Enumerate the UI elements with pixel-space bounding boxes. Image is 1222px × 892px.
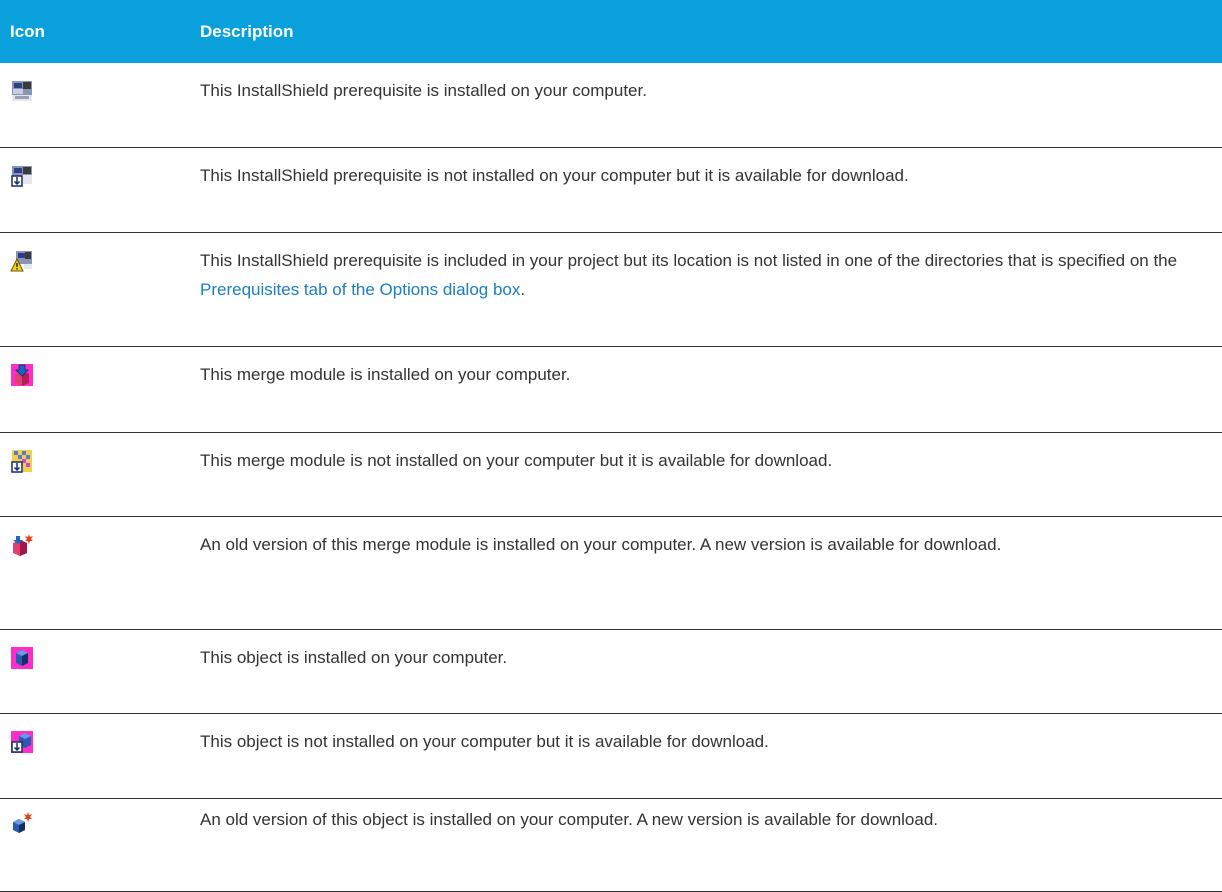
description-text-before-link: This InstallShield prerequisite is inclu… — [200, 250, 1178, 270]
icon-column-header: Icon — [10, 21, 45, 41]
table-row: An old version of this object is install… — [0, 798, 1222, 892]
installshield-prerequisite-installed-icon — [10, 79, 190, 103]
row-description: An old version of this merge module is i… — [200, 534, 1002, 554]
object-old-version-icon — [10, 811, 190, 835]
table-row: This merge module is not installed on yo… — [0, 432, 1222, 517]
table-row: This InstallShield prerequisite is insta… — [0, 63, 1222, 148]
object-installed-icon — [10, 646, 190, 670]
merge-module-installed-icon — [10, 363, 190, 387]
installshield-prerequisite-download-icon — [10, 164, 190, 188]
row-description: This object is installed on your compute… — [200, 647, 508, 667]
row-description: An old version of this object is install… — [200, 809, 939, 829]
description-text-after-link: . — [520, 279, 526, 299]
installshield-prerequisite-warning-icon — [10, 249, 190, 273]
icon-description-table: Icon Description This InstallShield prer… — [0, 0, 1222, 892]
row-description: This InstallShield prerequisite is inclu… — [200, 251, 1177, 299]
row-description: This InstallShield prerequisite is not i… — [200, 165, 909, 185]
description-column-header: Description — [200, 21, 294, 41]
row-description: This merge module is not installed on yo… — [200, 450, 833, 470]
table-row: An old version of this merge module is i… — [0, 516, 1222, 630]
object-download-icon — [10, 730, 190, 754]
table-row: This InstallShield prerequisite is not i… — [0, 147, 1222, 233]
table-row: This merge module is installed on your c… — [0, 346, 1222, 433]
table-row: This object is installed on your compute… — [0, 629, 1222, 714]
merge-module-download-icon — [10, 449, 190, 473]
row-description: This merge module is installed on your c… — [200, 364, 571, 384]
merge-module-old-version-icon — [10, 533, 190, 557]
table-header-row: Icon Description — [0, 0, 1222, 63]
table-row: This object is not installed on your com… — [0, 713, 1222, 799]
table-row: This InstallShield prerequisite is inclu… — [0, 232, 1222, 347]
row-description: This object is not installed on your com… — [200, 731, 769, 751]
row-description: This InstallShield prerequisite is insta… — [200, 81, 647, 100]
prerequisites-tab-link[interactable]: Prerequisites tab of the Options dialog … — [200, 280, 520, 299]
